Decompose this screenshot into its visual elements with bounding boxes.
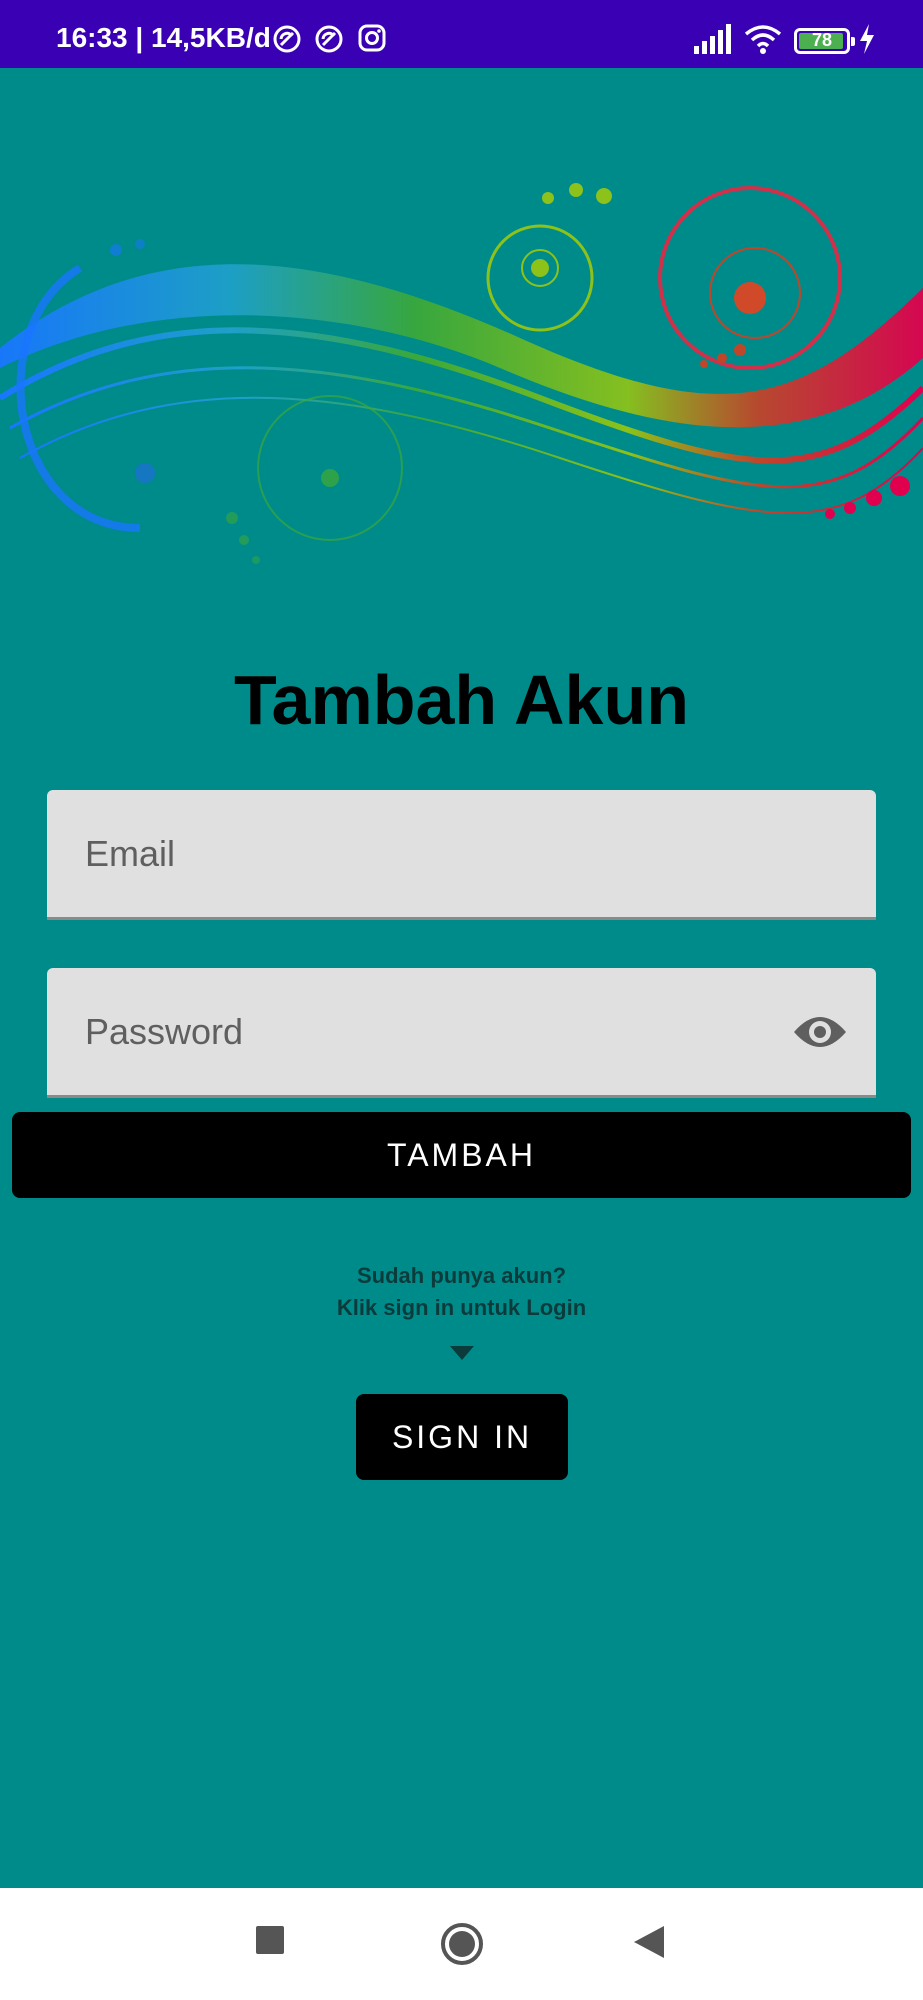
arrow-down-icon bbox=[450, 1346, 474, 1360]
signin-hint: Sudah punya akun? Klik sign in untuk Log… bbox=[0, 1260, 923, 1324]
recents-icon[interactable] bbox=[256, 1926, 284, 1954]
password-field[interactable] bbox=[47, 968, 876, 1098]
status-bar: 16:33 | 14,5KB/d 78 bbox=[0, 0, 923, 68]
battery-icon: 78 bbox=[794, 28, 855, 54]
sync-icon bbox=[315, 25, 343, 53]
battery-level: 78 bbox=[811, 30, 833, 50]
hint-line1: Sudah punya akun? bbox=[356, 1263, 567, 1288]
status-time-speed: 16:33 | 14,5KB/d bbox=[56, 22, 271, 53]
charging-icon bbox=[860, 24, 874, 54]
navigation-bar bbox=[0, 1888, 923, 2000]
tambah-button[interactable]: TAMBAH bbox=[12, 1112, 911, 1198]
back-icon[interactable] bbox=[634, 1926, 664, 1958]
page-title: Tambah Akun bbox=[233, 661, 690, 739]
wifi-icon bbox=[744, 25, 782, 54]
password-input[interactable] bbox=[47, 968, 876, 1095]
email-input[interactable] bbox=[47, 790, 876, 917]
signal-icon bbox=[694, 24, 731, 54]
decorative-swirl-banner bbox=[0, 183, 923, 564]
email-field[interactable] bbox=[47, 790, 876, 920]
app-screen: Tambah Akun TAMBAH Sudah punya akun? Kli… bbox=[0, 68, 923, 1888]
sync-icon bbox=[273, 25, 301, 53]
instagram-icon bbox=[358, 24, 386, 52]
hint-line2: Klik sign in untuk Login bbox=[336, 1295, 587, 1320]
sign-in-button[interactable]: SIGN IN bbox=[356, 1394, 568, 1480]
home-icon[interactable] bbox=[440, 1922, 484, 1966]
eye-icon[interactable] bbox=[792, 1010, 848, 1054]
